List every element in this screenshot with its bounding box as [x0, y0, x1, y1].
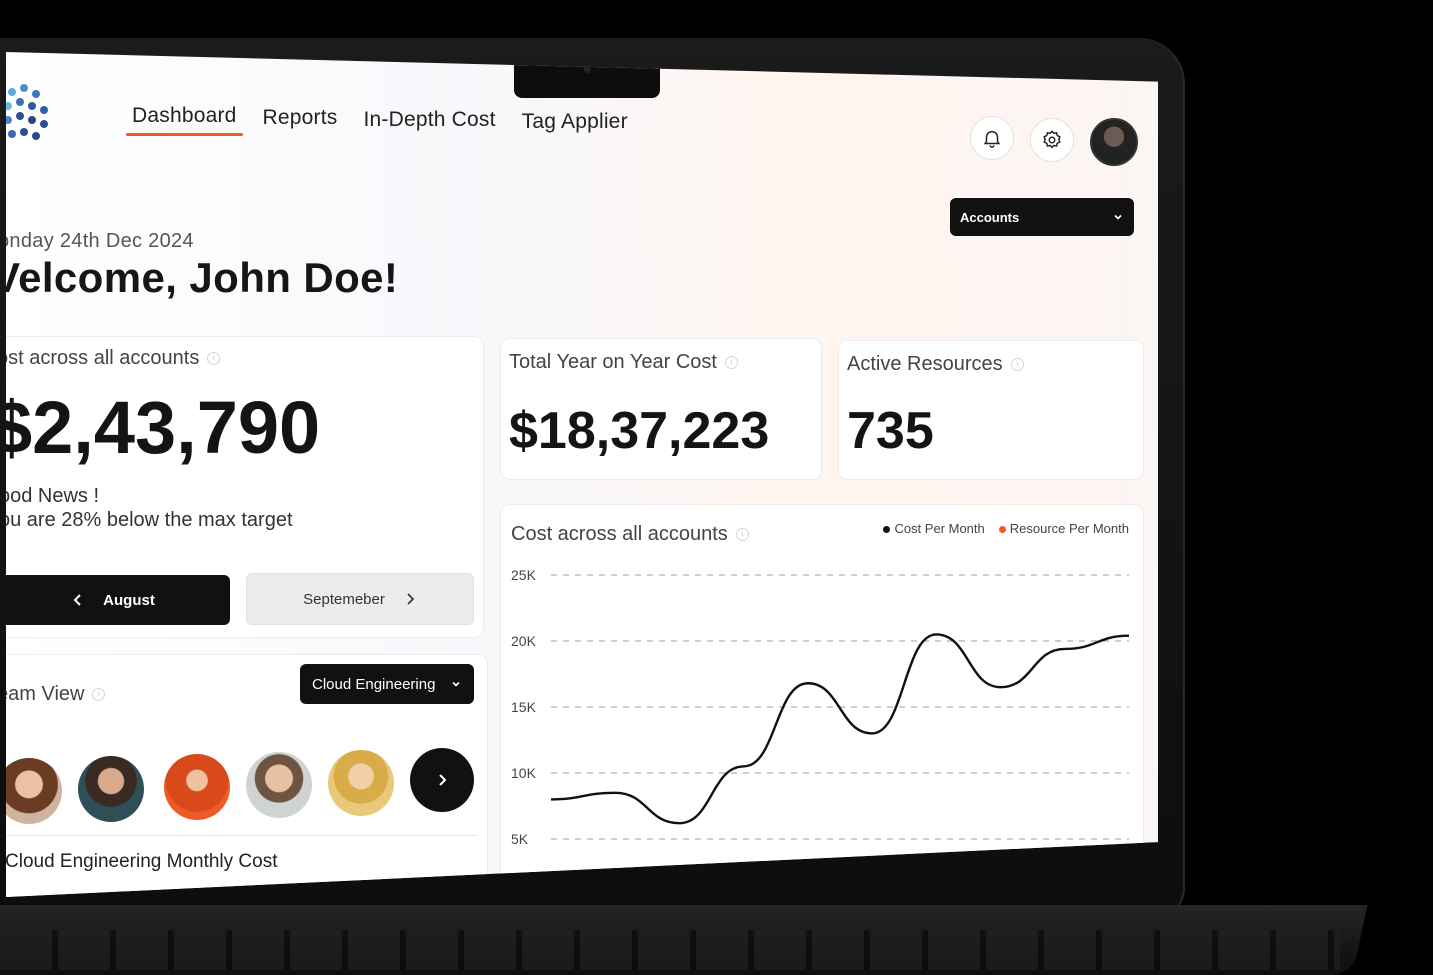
cost-card-title: ost across all accounts i [6, 347, 220, 370]
chevron-right-icon [403, 592, 417, 606]
team-view-title-text: eam View [6, 683, 84, 706]
cost-line-chart[interactable]: 5K 10K 15K 20K 25K [501, 505, 1143, 897]
accounts-dropdown-label: Accounts [960, 210, 1019, 225]
cost-total-value: $2,43,790 [6, 385, 320, 470]
team-cost-title: Cloud Engineering Monthly Cost [6, 851, 278, 873]
series-line-cost[interactable] [551, 634, 1129, 823]
chevron-left-icon [71, 593, 85, 607]
prev-month-label: August [103, 592, 155, 609]
yoy-cost-card: Total Year on Year Cost i $18,37,223 [500, 338, 822, 480]
accounts-dropdown[interactable]: Accounts [950, 198, 1134, 236]
bell-icon [981, 127, 1003, 149]
prev-month-button[interactable]: August [6, 575, 230, 625]
y-tick-label: 5K [511, 831, 529, 847]
gear-icon [1041, 129, 1063, 151]
yoy-cost-value: $18,37,223 [509, 401, 769, 461]
news-title: ood News ! [6, 485, 99, 508]
yoy-card-title-text: Total Year on Year Cost [509, 351, 717, 374]
team-member-avatar[interactable] [246, 752, 312, 818]
dashboard-screen: Dashboard Reports In-Depth Cost Tag Appl… [6, 52, 1158, 897]
team-next-button[interactable] [410, 748, 474, 812]
y-tick-label: 10K [511, 765, 537, 781]
welcome-heading: Velcome, John Doe! [6, 254, 398, 302]
app-logo[interactable] [6, 82, 60, 148]
active-resources-value: 735 [847, 401, 934, 461]
team-view-title: eam View i [6, 683, 105, 706]
main-nav: Dashboard Reports In-Depth Cost Tag Appl… [130, 104, 630, 136]
current-date: onday 24th Dec 2024 [6, 230, 194, 253]
cost-card-title-text: ost across all accounts [6, 347, 199, 370]
next-month-button[interactable]: Septemeber [246, 573, 474, 625]
camera-icon [584, 66, 591, 73]
y-tick-label: 20K [511, 633, 537, 649]
settings-button[interactable] [1030, 118, 1074, 162]
chevron-right-icon [434, 772, 450, 788]
notifications-button[interactable] [970, 116, 1014, 160]
nav-dashboard[interactable]: Dashboard [130, 104, 239, 136]
team-dropdown-label: Cloud Engineering [312, 676, 435, 693]
resources-card-title-text: Active Resources [847, 353, 1003, 376]
chevron-down-icon [450, 678, 462, 690]
y-tick-label: 25K [511, 567, 537, 583]
user-avatar[interactable] [1090, 118, 1138, 166]
yoy-card-title: Total Year on Year Cost i [509, 351, 738, 374]
nav-reports[interactable]: Reports [261, 106, 340, 138]
nav-tag-applier[interactable]: Tag Applier [520, 110, 630, 142]
divider [6, 835, 477, 836]
news-text: ou are 28% below the max target [6, 509, 293, 532]
next-month-label: Septemeber [303, 591, 385, 608]
info-icon[interactable]: i [725, 356, 738, 369]
active-resources-card: Active Resources i 735 [838, 340, 1144, 480]
info-icon[interactable]: i [207, 352, 220, 365]
y-tick-label: 15K [511, 699, 537, 715]
team-dropdown[interactable]: Cloud Engineering [300, 664, 474, 704]
resources-card-title: Active Resources i [847, 353, 1024, 376]
team-member-avatar[interactable] [164, 754, 230, 820]
info-icon[interactable]: i [1011, 358, 1024, 371]
info-icon[interactable]: i [92, 688, 105, 701]
team-member-avatar[interactable] [328, 750, 394, 816]
cost-chart-card: Cost across all accounts i Cost Per Mont… [500, 504, 1144, 897]
nav-in-depth-cost[interactable]: In-Depth Cost [361, 108, 497, 140]
chevron-down-icon [1112, 211, 1124, 223]
laptop-keyboard [0, 930, 1340, 970]
team-member-avatar[interactable] [78, 756, 144, 822]
